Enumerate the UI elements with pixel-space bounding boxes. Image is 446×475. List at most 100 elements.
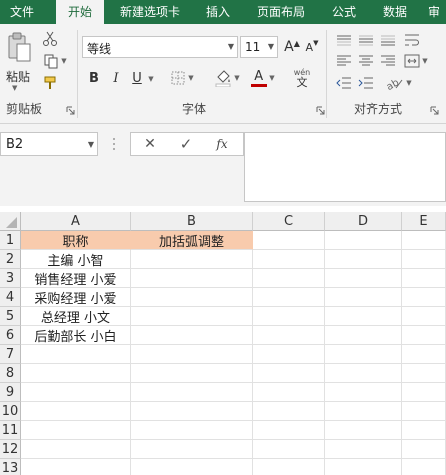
row-header-2[interactable]: 2	[0, 250, 21, 269]
cell-c9[interactable]	[253, 383, 325, 402]
name-box[interactable]: B2 ▼	[0, 132, 98, 156]
clipboard-launcher-icon[interactable]	[66, 106, 75, 115]
cell-a6[interactable]: 后勤部长 小白	[21, 326, 131, 345]
cell-d8[interactable]	[325, 364, 402, 383]
underline-button[interactable]: U	[128, 68, 146, 88]
align-right-icon[interactable]	[378, 52, 398, 70]
cell-e2[interactable]	[402, 250, 446, 269]
row-header-13[interactable]: 13	[0, 459, 21, 475]
row-header-10[interactable]: 10	[0, 402, 21, 421]
copy-icon[interactable]: ▼	[40, 52, 70, 70]
cell-d1[interactable]	[325, 231, 402, 250]
format-painter-icon[interactable]	[40, 74, 60, 92]
row-header-8[interactable]: 8	[0, 364, 21, 383]
decrease-indent-icon[interactable]	[334, 74, 354, 92]
cell-d7[interactable]	[325, 345, 402, 364]
row-header-7[interactable]: 7	[0, 345, 21, 364]
cell-b10[interactable]	[131, 402, 253, 421]
paste-label[interactable]: 粘贴	[6, 68, 30, 85]
row-header-11[interactable]: 11	[0, 421, 21, 440]
cell-b9[interactable]	[131, 383, 253, 402]
row-header-5[interactable]: 5	[0, 307, 21, 326]
cell-a7[interactable]	[21, 345, 131, 364]
increase-indent-icon[interactable]	[356, 74, 376, 92]
cell-a11[interactable]	[21, 421, 131, 440]
tab-home[interactable]: 开始	[56, 0, 104, 24]
tab-data[interactable]: 数据	[372, 0, 418, 24]
cell-c1[interactable]	[253, 231, 325, 250]
row-header-12[interactable]: 12	[0, 440, 21, 459]
font-color-icon[interactable]: A ▼	[248, 68, 278, 88]
tab-formulas[interactable]: 公式	[322, 0, 366, 24]
cell-b6[interactable]	[131, 326, 253, 345]
font-launcher-icon[interactable]	[316, 106, 325, 115]
cell-b8[interactable]	[131, 364, 253, 383]
cell-d3[interactable]	[325, 269, 402, 288]
align-top-icon[interactable]	[334, 32, 354, 50]
cell-d10[interactable]	[325, 402, 402, 421]
cell-a1[interactable]: 职称	[21, 231, 131, 250]
cell-a10[interactable]	[21, 402, 131, 421]
column-header-b[interactable]: B	[131, 212, 253, 231]
column-header-a[interactable]: A	[21, 212, 131, 231]
cell-e7[interactable]	[402, 345, 446, 364]
select-all-corner[interactable]	[0, 212, 21, 231]
cell-d4[interactable]	[325, 288, 402, 307]
tab-new-tab[interactable]: 新建选项卡	[108, 0, 192, 24]
alignment-launcher-icon[interactable]	[430, 106, 439, 115]
align-bottom-icon[interactable]	[378, 32, 398, 50]
cell-a9[interactable]	[21, 383, 131, 402]
orientation-icon[interactable]: ab ▼	[384, 74, 414, 92]
italic-button[interactable]: I	[107, 68, 125, 88]
cell-a3[interactable]: 销售经理 小爱	[21, 269, 131, 288]
wrap-text-icon[interactable]	[402, 30, 422, 50]
cell-a5[interactable]: 总经理 小文	[21, 307, 131, 326]
cell-c2[interactable]	[253, 250, 325, 269]
cell-d12[interactable]	[325, 440, 402, 459]
paste-dropdown-icon[interactable]: ▼	[12, 84, 17, 92]
cell-d11[interactable]	[325, 421, 402, 440]
merge-center-icon[interactable]: ▼	[402, 52, 430, 70]
cell-e3[interactable]	[402, 269, 446, 288]
cell-e1[interactable]	[402, 231, 446, 250]
shrink-font-icon[interactable]: A ▼	[303, 38, 321, 56]
tab-page-layout[interactable]: 页面布局	[248, 0, 314, 24]
cancel-icon[interactable]: ✕	[137, 135, 163, 153]
paste-icon[interactable]	[4, 30, 34, 66]
cell-c12[interactable]	[253, 440, 325, 459]
row-header-4[interactable]: 4	[0, 288, 21, 307]
grow-font-icon[interactable]: A ▲	[283, 38, 301, 56]
font-name-dropdown[interactable]: 等线 ▼	[82, 36, 238, 58]
cell-c7[interactable]	[253, 345, 325, 364]
cell-a12[interactable]	[21, 440, 131, 459]
cell-b11[interactable]	[131, 421, 253, 440]
cell-b4[interactable]	[131, 288, 253, 307]
cell-c3[interactable]	[253, 269, 325, 288]
fill-color-icon[interactable]: ▼	[212, 68, 242, 88]
cell-d5[interactable]	[325, 307, 402, 326]
enter-icon[interactable]: ✓	[173, 135, 199, 153]
cell-e9[interactable]	[402, 383, 446, 402]
underline-dropdown-icon[interactable]: ▼	[146, 72, 156, 86]
cell-d2[interactable]	[325, 250, 402, 269]
formula-input[interactable]	[244, 132, 446, 202]
cell-d9[interactable]	[325, 383, 402, 402]
cell-a13[interactable]	[21, 459, 131, 475]
cell-b1[interactable]: 加括弧调整	[131, 231, 253, 250]
cell-b13[interactable]	[131, 459, 253, 475]
cell-b2[interactable]	[131, 250, 253, 269]
cell-c4[interactable]	[253, 288, 325, 307]
cell-e11[interactable]	[402, 421, 446, 440]
align-center-icon[interactable]	[356, 52, 376, 70]
cell-c5[interactable]	[253, 307, 325, 326]
cell-e5[interactable]	[402, 307, 446, 326]
cut-icon[interactable]	[40, 30, 60, 48]
cell-c10[interactable]	[253, 402, 325, 421]
cell-e8[interactable]	[402, 364, 446, 383]
row-header-3[interactable]: 3	[0, 269, 21, 288]
row-header-1[interactable]: 1	[0, 231, 21, 250]
insert-function-icon[interactable]: fx	[209, 135, 235, 153]
cell-b3[interactable]	[131, 269, 253, 288]
cell-e12[interactable]	[402, 440, 446, 459]
bold-button[interactable]: B	[85, 68, 103, 88]
